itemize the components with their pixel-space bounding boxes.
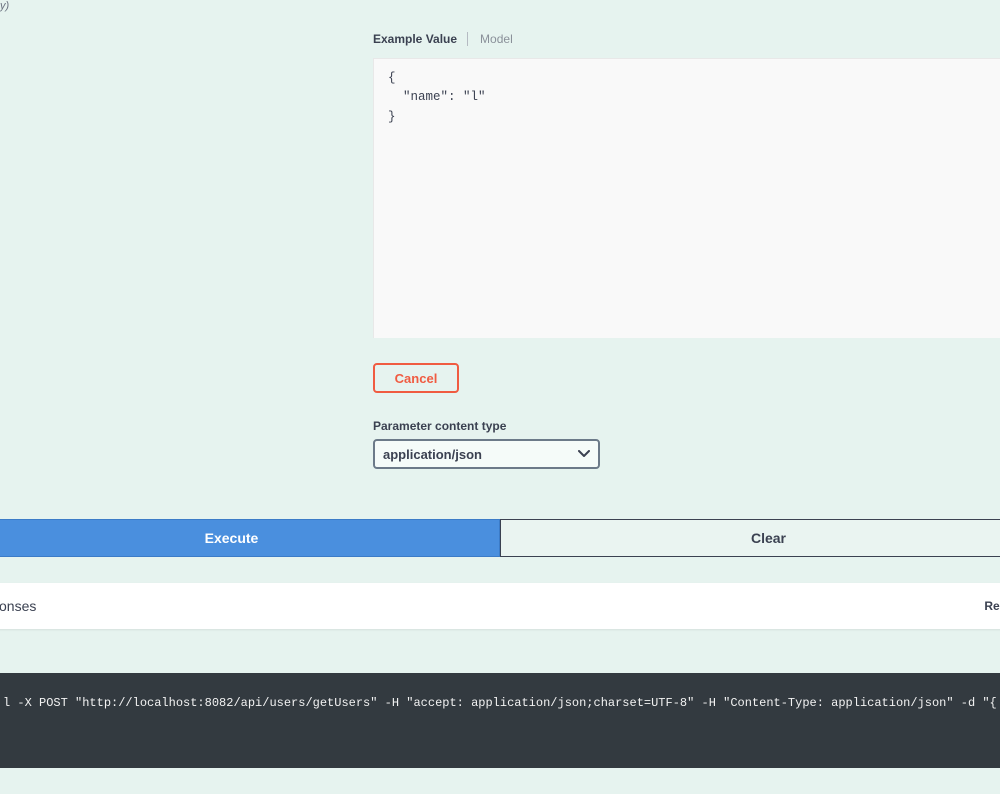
parameter-content-type-label: Parameter content type <box>373 419 1000 433</box>
left-text-2: y) <box>0 0 20 12</box>
curl-command-block: l -X POST "http://localhost:8082/api/use… <box>0 673 1000 768</box>
tab-model[interactable]: Model <box>480 32 513 46</box>
action-button-row: Execute Clear <box>0 519 1000 557</box>
content-type-select-wrap: application/json <box>373 439 600 469</box>
responses-heading-left: onses <box>0 598 36 614</box>
left-fragment: y) <box>0 0 20 50</box>
request-body-column: Example Value Model Cancel Parameter con… <box>373 0 1000 469</box>
clear-button[interactable]: Clear <box>500 519 1000 557</box>
cancel-button[interactable]: Cancel <box>373 363 459 393</box>
tab-example-value[interactable]: Example Value <box>373 32 468 46</box>
body-tabs: Example Value Model <box>373 32 1000 46</box>
responses-header-bar: onses Respo <box>0 583 1000 629</box>
content-type-select[interactable]: application/json <box>373 439 600 469</box>
responses-heading-right: Respo <box>984 599 1000 613</box>
request-body-textarea[interactable] <box>373 58 1000 338</box>
truncated-text-top <box>373 0 1000 4</box>
execute-button[interactable]: Execute <box>0 519 500 557</box>
